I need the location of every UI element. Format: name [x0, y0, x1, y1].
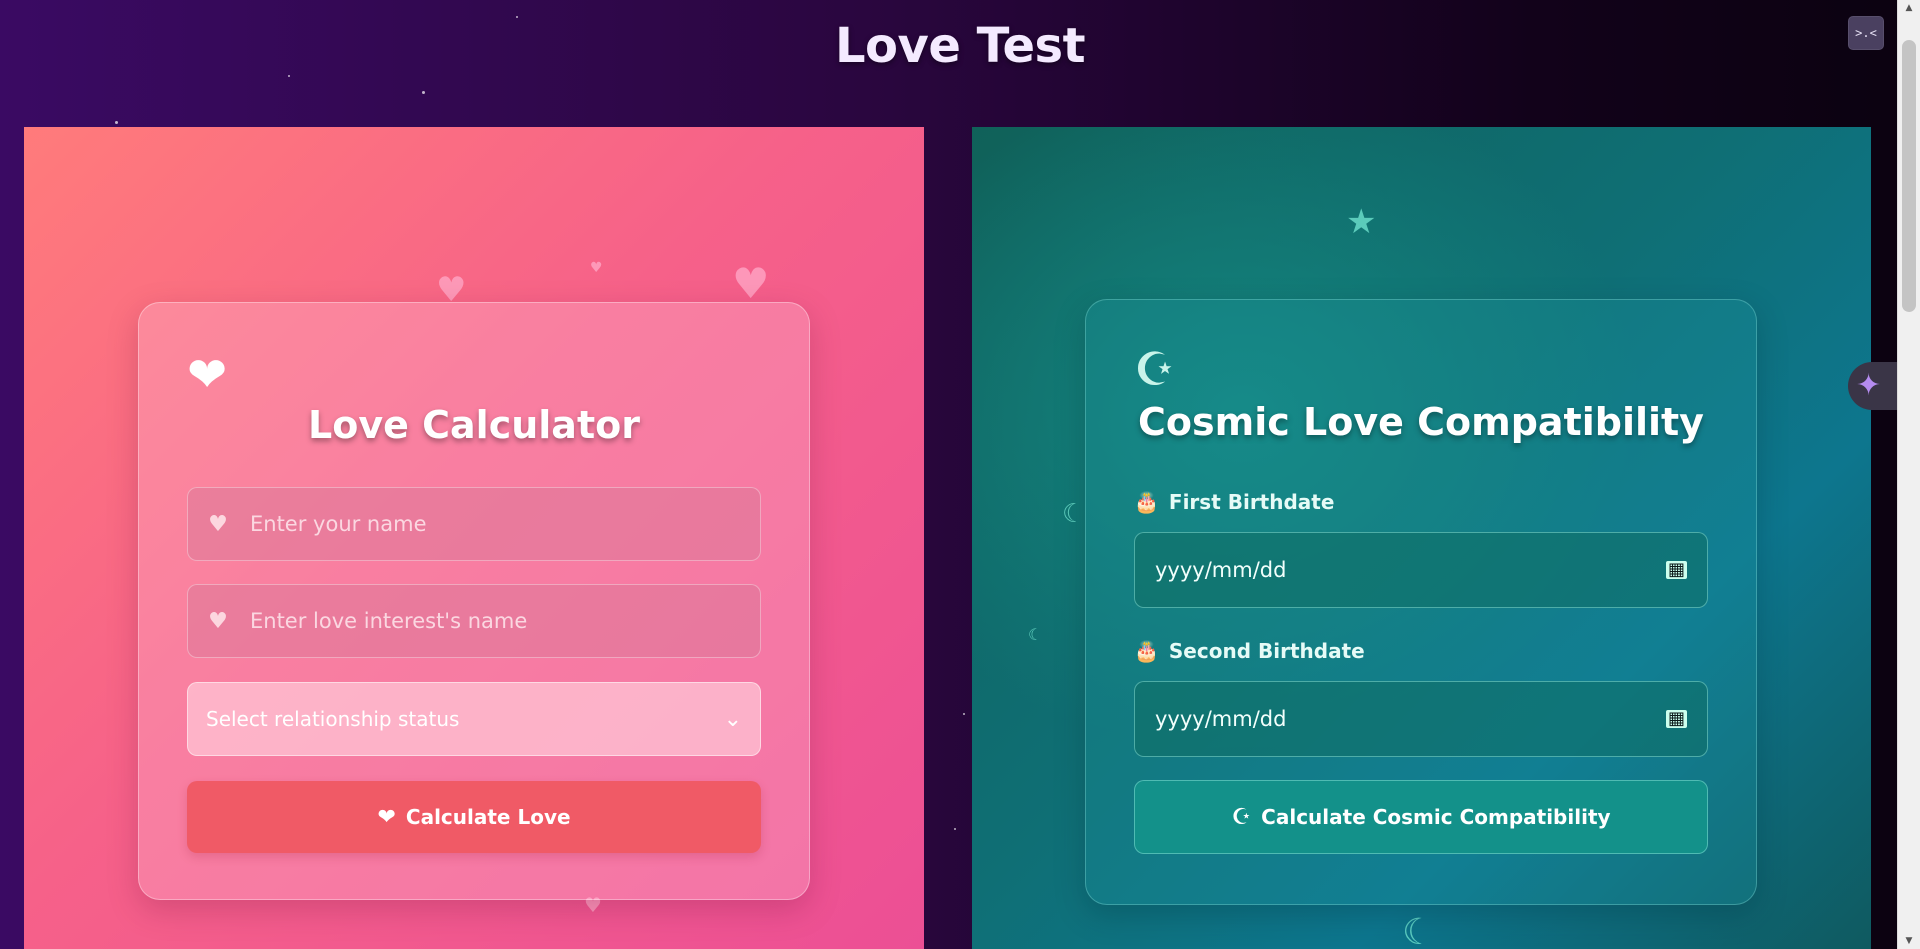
second-birthdate-label-text: Second Birthdate	[1168, 639, 1365, 663]
sparkle-icon: ✦	[1856, 368, 1882, 403]
your-name-field[interactable]: ♥	[187, 487, 761, 561]
relationship-status-select[interactable]: Select relationship status ⌄	[187, 682, 761, 756]
floating-moon-icon: ☾	[1028, 625, 1043, 644]
relationship-status-value: Select relationship status	[206, 707, 460, 731]
scroll-down-arrow-icon[interactable]: ▼	[1898, 933, 1920, 949]
chevron-down-icon: ⌄	[723, 706, 742, 732]
heart-icon: ❤	[377, 804, 396, 830]
first-birthdate-label-text: First Birthdate	[1168, 490, 1335, 514]
love-calculator-title: Love Calculator	[308, 403, 640, 447]
cosmic-compatibility-card: ☪ Cosmic Love Compatibility 🎂 First Birt…	[1085, 299, 1757, 905]
floating-heart-icon: ♥	[590, 260, 603, 276]
sparkle-assistant-button[interactable]: ✦	[1848, 362, 1904, 410]
devtools-toggle-button[interactable]: >.<	[1848, 16, 1884, 50]
moon-star-icon: ☪	[1134, 342, 1176, 396]
birthday-cake-icon: 🎂	[1134, 490, 1159, 514]
scroll-up-arrow-icon[interactable]: ▲	[1898, 0, 1920, 16]
first-birthdate-label: 🎂 First Birthdate	[1134, 490, 1334, 514]
floating-moon-icon: ☾	[1402, 912, 1435, 949]
page-scrollbar[interactable]: ▲ ▼	[1897, 0, 1920, 949]
background-star	[288, 75, 290, 77]
calculate-cosmic-label: Calculate Cosmic Compatibility	[1261, 805, 1611, 829]
love-calculator-card: ❤ Love Calculator ♥ ♥ Select relationshi…	[138, 302, 810, 900]
scrollbar-thumb[interactable]	[1902, 40, 1916, 312]
calendar-icon[interactable]: ▦	[1665, 561, 1687, 579]
love-interest-input[interactable]	[248, 608, 760, 634]
second-birthdate-label: 🎂 Second Birthdate	[1134, 639, 1365, 663]
heart-icon: ❤	[187, 347, 228, 403]
calculate-love-button[interactable]: ❤ Calculate Love	[187, 781, 761, 853]
floating-moon-icon: ☾	[1062, 499, 1086, 529]
background-star	[954, 828, 956, 830]
calculate-love-label: Calculate Love	[405, 805, 571, 829]
floating-star-icon: ★	[1346, 202, 1377, 242]
calendar-icon[interactable]: ▦	[1665, 710, 1687, 728]
love-interest-field[interactable]: ♥	[187, 584, 761, 658]
first-birthdate-input[interactable]: yyyy/mm/dd ▦	[1134, 532, 1708, 608]
second-birthdate-input[interactable]: yyyy/mm/dd ▦	[1134, 681, 1708, 757]
your-name-input[interactable]	[248, 511, 760, 537]
heart-icon: ♥	[208, 511, 228, 537]
floating-heart-icon: ♥	[732, 259, 770, 308]
cosmic-compatibility-panel: ★ ☾ ☾ ☾ ☪ Cosmic Love Compatibility 🎂 Fi…	[972, 127, 1871, 949]
background-star	[963, 713, 965, 715]
birthday-cake-icon: 🎂	[1134, 639, 1159, 663]
heart-icon: ♥	[208, 608, 228, 634]
second-birthdate-value: yyyy/mm/dd	[1155, 707, 1287, 731]
cosmic-compatibility-title: Cosmic Love Compatibility	[1138, 400, 1704, 444]
love-calculator-panel: ♥ ♥ ♥ ♥ ❤ Love Calculator ♥ ♥ Select rel…	[24, 127, 924, 949]
calculate-cosmic-compatibility-button[interactable]: ☪ Calculate Cosmic Compatibility	[1134, 780, 1708, 854]
first-birthdate-value: yyyy/mm/dd	[1155, 558, 1287, 582]
moon-star-icon: ☪	[1231, 804, 1252, 830]
background-star	[115, 121, 118, 124]
page-title: Love Test	[834, 18, 1086, 74]
background-star	[422, 91, 425, 94]
